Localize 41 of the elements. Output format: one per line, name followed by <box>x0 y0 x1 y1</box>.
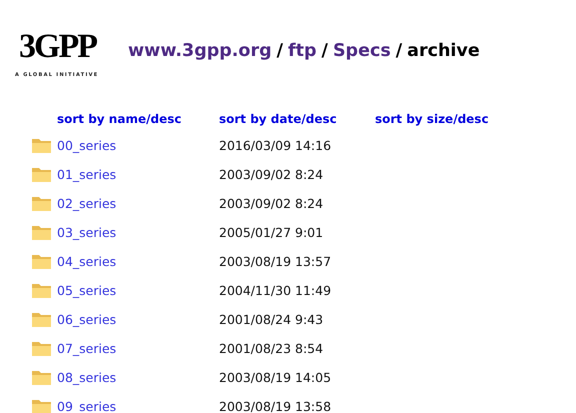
breadcrumb-link[interactable]: www.3gpp.org <box>128 41 272 61</box>
folder-link[interactable]: 05_series <box>57 283 116 298</box>
folder-icon <box>31 311 52 328</box>
folder-icon <box>31 253 52 270</box>
modified-date: 2004/11/30 11:49 <box>219 283 332 298</box>
path-separator: / <box>322 41 328 61</box>
folder-link[interactable]: 09_series <box>57 399 116 413</box>
modified-date: 2003/08/19 13:58 <box>219 399 332 413</box>
folder-icon <box>31 282 52 299</box>
path-separator: / <box>396 41 402 61</box>
folder-link[interactable]: 01_series <box>57 167 116 182</box>
breadcrumb-link[interactable]: ftp <box>288 41 317 61</box>
modified-date: 2016/03/09 14:16 <box>219 138 332 153</box>
path-separator: / <box>276 41 284 61</box>
folder-link[interactable]: 06_series <box>57 312 116 327</box>
modified-date: 2001/08/23 8:54 <box>219 341 324 356</box>
folder-title: archive <box>407 41 480 61</box>
sort-link[interactable]: sort by size/desc <box>375 106 525 131</box>
folder-link[interactable]: 07_series <box>57 341 116 356</box>
folder-icon <box>31 398 52 413</box>
modified-date: 2005/01/27 9:01 <box>219 225 324 240</box>
folder-link[interactable]: 02_series <box>57 196 116 211</box>
folder-link[interactable]: 04_series <box>57 254 116 269</box>
modified-date: 2003/08/19 14:05 <box>219 370 332 385</box>
folder-icon <box>31 369 52 386</box>
folder-icon <box>31 340 52 357</box>
modified-date: 2003/09/02 8:24 <box>219 196 324 211</box>
modified-date: 2003/09/02 8:24 <box>219 167 324 182</box>
folder-icon <box>31 166 52 183</box>
folder-icon <box>31 137 52 154</box>
folder-link[interactable]: 00_series <box>57 138 116 153</box>
sort-link[interactable]: sort by name/desc <box>57 106 219 131</box>
logo-mark: 3GPP <box>19 28 96 66</box>
modified-date: 2001/08/24 9:43 <box>219 312 324 327</box>
sort-link[interactable]: sort by date/desc <box>219 106 375 131</box>
folder-icon <box>31 195 52 212</box>
folder-icon <box>31 224 52 241</box>
folder-link[interactable]: 03_series <box>57 225 116 240</box>
folder-link[interactable]: 08_series <box>57 370 116 385</box>
breadcrumb-link[interactable]: Specs <box>332 41 391 61</box>
modified-date: 2003/08/19 13:57 <box>219 254 332 269</box>
